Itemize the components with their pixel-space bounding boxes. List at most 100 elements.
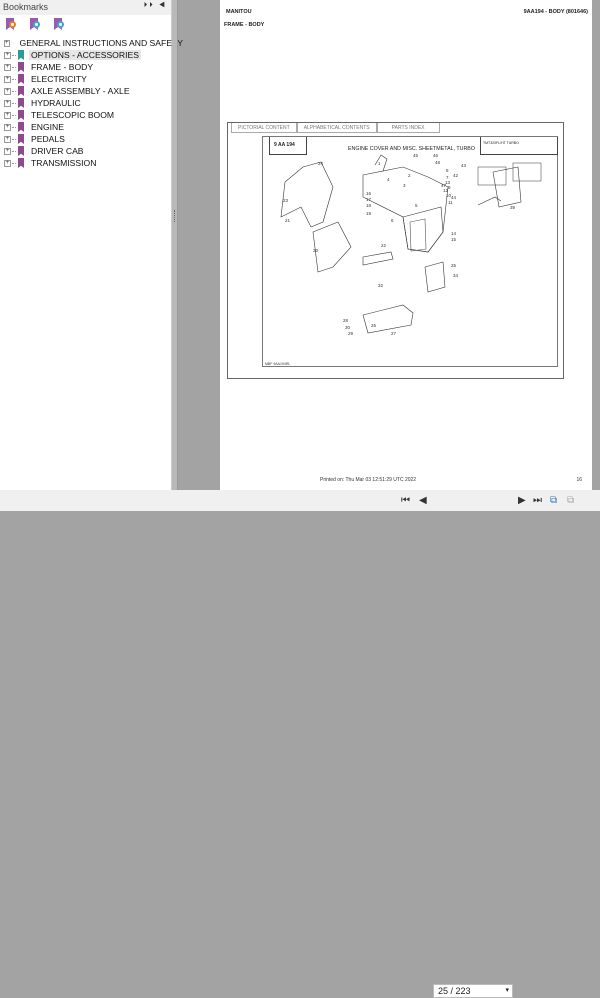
expand-icon[interactable]: + [4,159,11,167]
part-callout: 24 [318,161,324,166]
bookmark-item[interactable]: + DRIVER CAB [0,145,171,157]
bookmark-item[interactable]: + FRAME - BODY [0,61,171,73]
bookmark-icon [18,74,24,84]
bookmark-icon [18,134,24,144]
part-callout: 1 [378,161,381,166]
tab-alphabetical-contents[interactable]: ALPHABETICAL CONTENTS [296,123,377,133]
bookmark-label: DRIVER CAB [31,146,84,156]
section: FRAME - BODY [224,22,265,28]
part-callout: 19 [366,211,372,216]
expand-icon[interactable]: + [4,39,10,47]
expand-icon[interactable]: + [4,51,11,59]
page-selector[interactable]: 25 / 223 ▾ [433,984,513,998]
bookmark-item[interactable]: + HYDRAULIC [0,97,171,109]
part-callout: 20 [313,248,319,253]
bookmark-item[interactable]: + AXLE ASSEMBLY - AXLE [0,85,171,97]
single-page-icon[interactable]: ⧉ [567,495,574,506]
bookmark-item[interactable]: + ENGINE [0,121,171,133]
part-callout: 4 [387,177,390,182]
skid-plate-part [362,304,414,334]
expand-icon[interactable]: + [4,63,11,71]
part-callout: 23 [283,198,289,203]
pdf-page: MANITOU FRAME - BODY 9AA194 - BODY (8016… [220,0,592,490]
chevron-down-icon: ▾ [505,987,509,994]
bookmark-label: FRAME - BODY [31,62,94,72]
bookmark-label: PEDALS [31,134,65,144]
bookmark-label: HYDRAULIC [31,98,81,108]
part-callout: 12 [443,188,449,193]
bookmark-icon [18,158,24,168]
bookmarks-header: Bookmarks ⏵⏵ ◀ [0,0,171,15]
part-callout: 18 [366,203,372,208]
brand: MANITOU [226,9,252,15]
bookmark-icon [18,86,24,96]
bookmark-item[interactable]: + PEDALS [0,133,171,145]
part-callout: 29 [348,331,354,336]
expand-bookmark-icon[interactable] [30,18,41,31]
next-page-button[interactable]: ▶ [518,495,526,506]
bookmark-options-icon[interactable] [6,18,17,31]
bookmark-icon [18,62,24,72]
document-ref: 9AA194 - BODY (801646) [523,9,588,15]
part-callout: 6 [391,218,394,223]
bookmark-item[interactable]: + ELECTRICITY [0,73,171,85]
part-callout: 34 [453,273,459,278]
bookmark-item[interactable]: + GENERAL INSTRUCTIONS AND SAFETY [0,37,183,49]
page-number: 16 [576,477,582,483]
bookmark-label: ELECTRICITY [31,74,87,84]
last-page-button[interactable]: ⏭ [533,495,542,506]
part-callout: 48 [435,160,441,165]
bookmark-label: TRANSMISSION [31,158,97,168]
part-callout: 32 [378,283,384,288]
bookmarks-panel: Bookmarks ⏵⏵ ◀ + GENERAL INSTRUCTIONS AND… [0,0,183,511]
part-callout: 14 [451,231,457,236]
part-callout: 17 [366,197,372,202]
first-page-button[interactable]: ⏮ [401,495,410,506]
navigation-toolbar: ⏮ ◀ 25 / 223 ▾ ▶ ⏭ ⧉ ⧉ [0,490,600,998]
engine-cover-part [362,166,449,253]
part-callout: 8 [446,168,449,173]
part-callout: 11 [448,200,453,205]
part-callout: 44 [451,195,457,200]
panel-splitter[interactable] [172,0,178,511]
part-callout: 28 [343,318,349,323]
bookmark-label: ENGINE [31,122,64,132]
mirror-part [492,166,522,208]
bookmark-icon [18,146,24,156]
fit-page-icon[interactable]: ⧉ [550,495,557,506]
bookmarks-title: Bookmarks [3,2,49,12]
bookmark-item[interactable]: + OPTIONS - ACCESSORIES [0,49,171,61]
expand-icon[interactable]: + [4,99,11,107]
page-indicator: 25 / 223 [438,986,471,996]
printed-on: Printed on: Thu Mar 03 12:51:29 UTC 2022 [320,477,417,483]
expand-icon[interactable]: + [4,123,11,131]
expand-icon[interactable]: + [4,135,11,143]
bookmark-label: AXLE ASSEMBLY - AXLE [31,86,130,96]
panel-controls[interactable]: ⏵⏵ ◀ [144,2,167,10]
drawing-frame: 9 AA 194 ENGINE COVER AND MISC. SHEETMET… [262,136,558,367]
bookmark-icon [18,122,24,132]
tab-pictorial-content[interactable]: PICTORIAL CONTENT [231,123,297,133]
part-callout: 30 [345,325,351,330]
tab-parts-index[interactable]: PARTS INDEX [376,123,440,133]
expand-icon[interactable]: + [4,111,11,119]
part-callout: 2 [408,173,411,178]
expand-icon[interactable]: + [4,87,11,95]
expand-icon[interactable]: + [4,147,11,155]
exploded-parts-drawing: 1234567891011121314151617181920212223242… [265,153,542,366]
lower-panel-part [312,221,352,273]
find-bookmark-icon[interactable] [54,18,65,31]
bookmark-item[interactable]: + TELESCOPIC BOOM [0,109,171,121]
bookmark-icon [18,50,24,60]
part-callout: 22 [381,243,387,248]
part-callout: 46 [433,153,439,158]
part-callout: 45 [413,153,419,158]
part-callout: 43 [461,163,467,168]
part-callout: 3 [403,183,406,188]
expand-icon[interactable]: + [4,75,11,83]
bookmark-item[interactable]: + TRANSMISSION [0,157,171,169]
previous-page-button[interactable]: ◀ [419,495,427,506]
part-callout: 39 [510,205,516,210]
bookmark-tree: + GENERAL INSTRUCTIONS AND SAFETY + OPTIONS… [0,37,183,169]
bookmark-icon [18,98,24,108]
